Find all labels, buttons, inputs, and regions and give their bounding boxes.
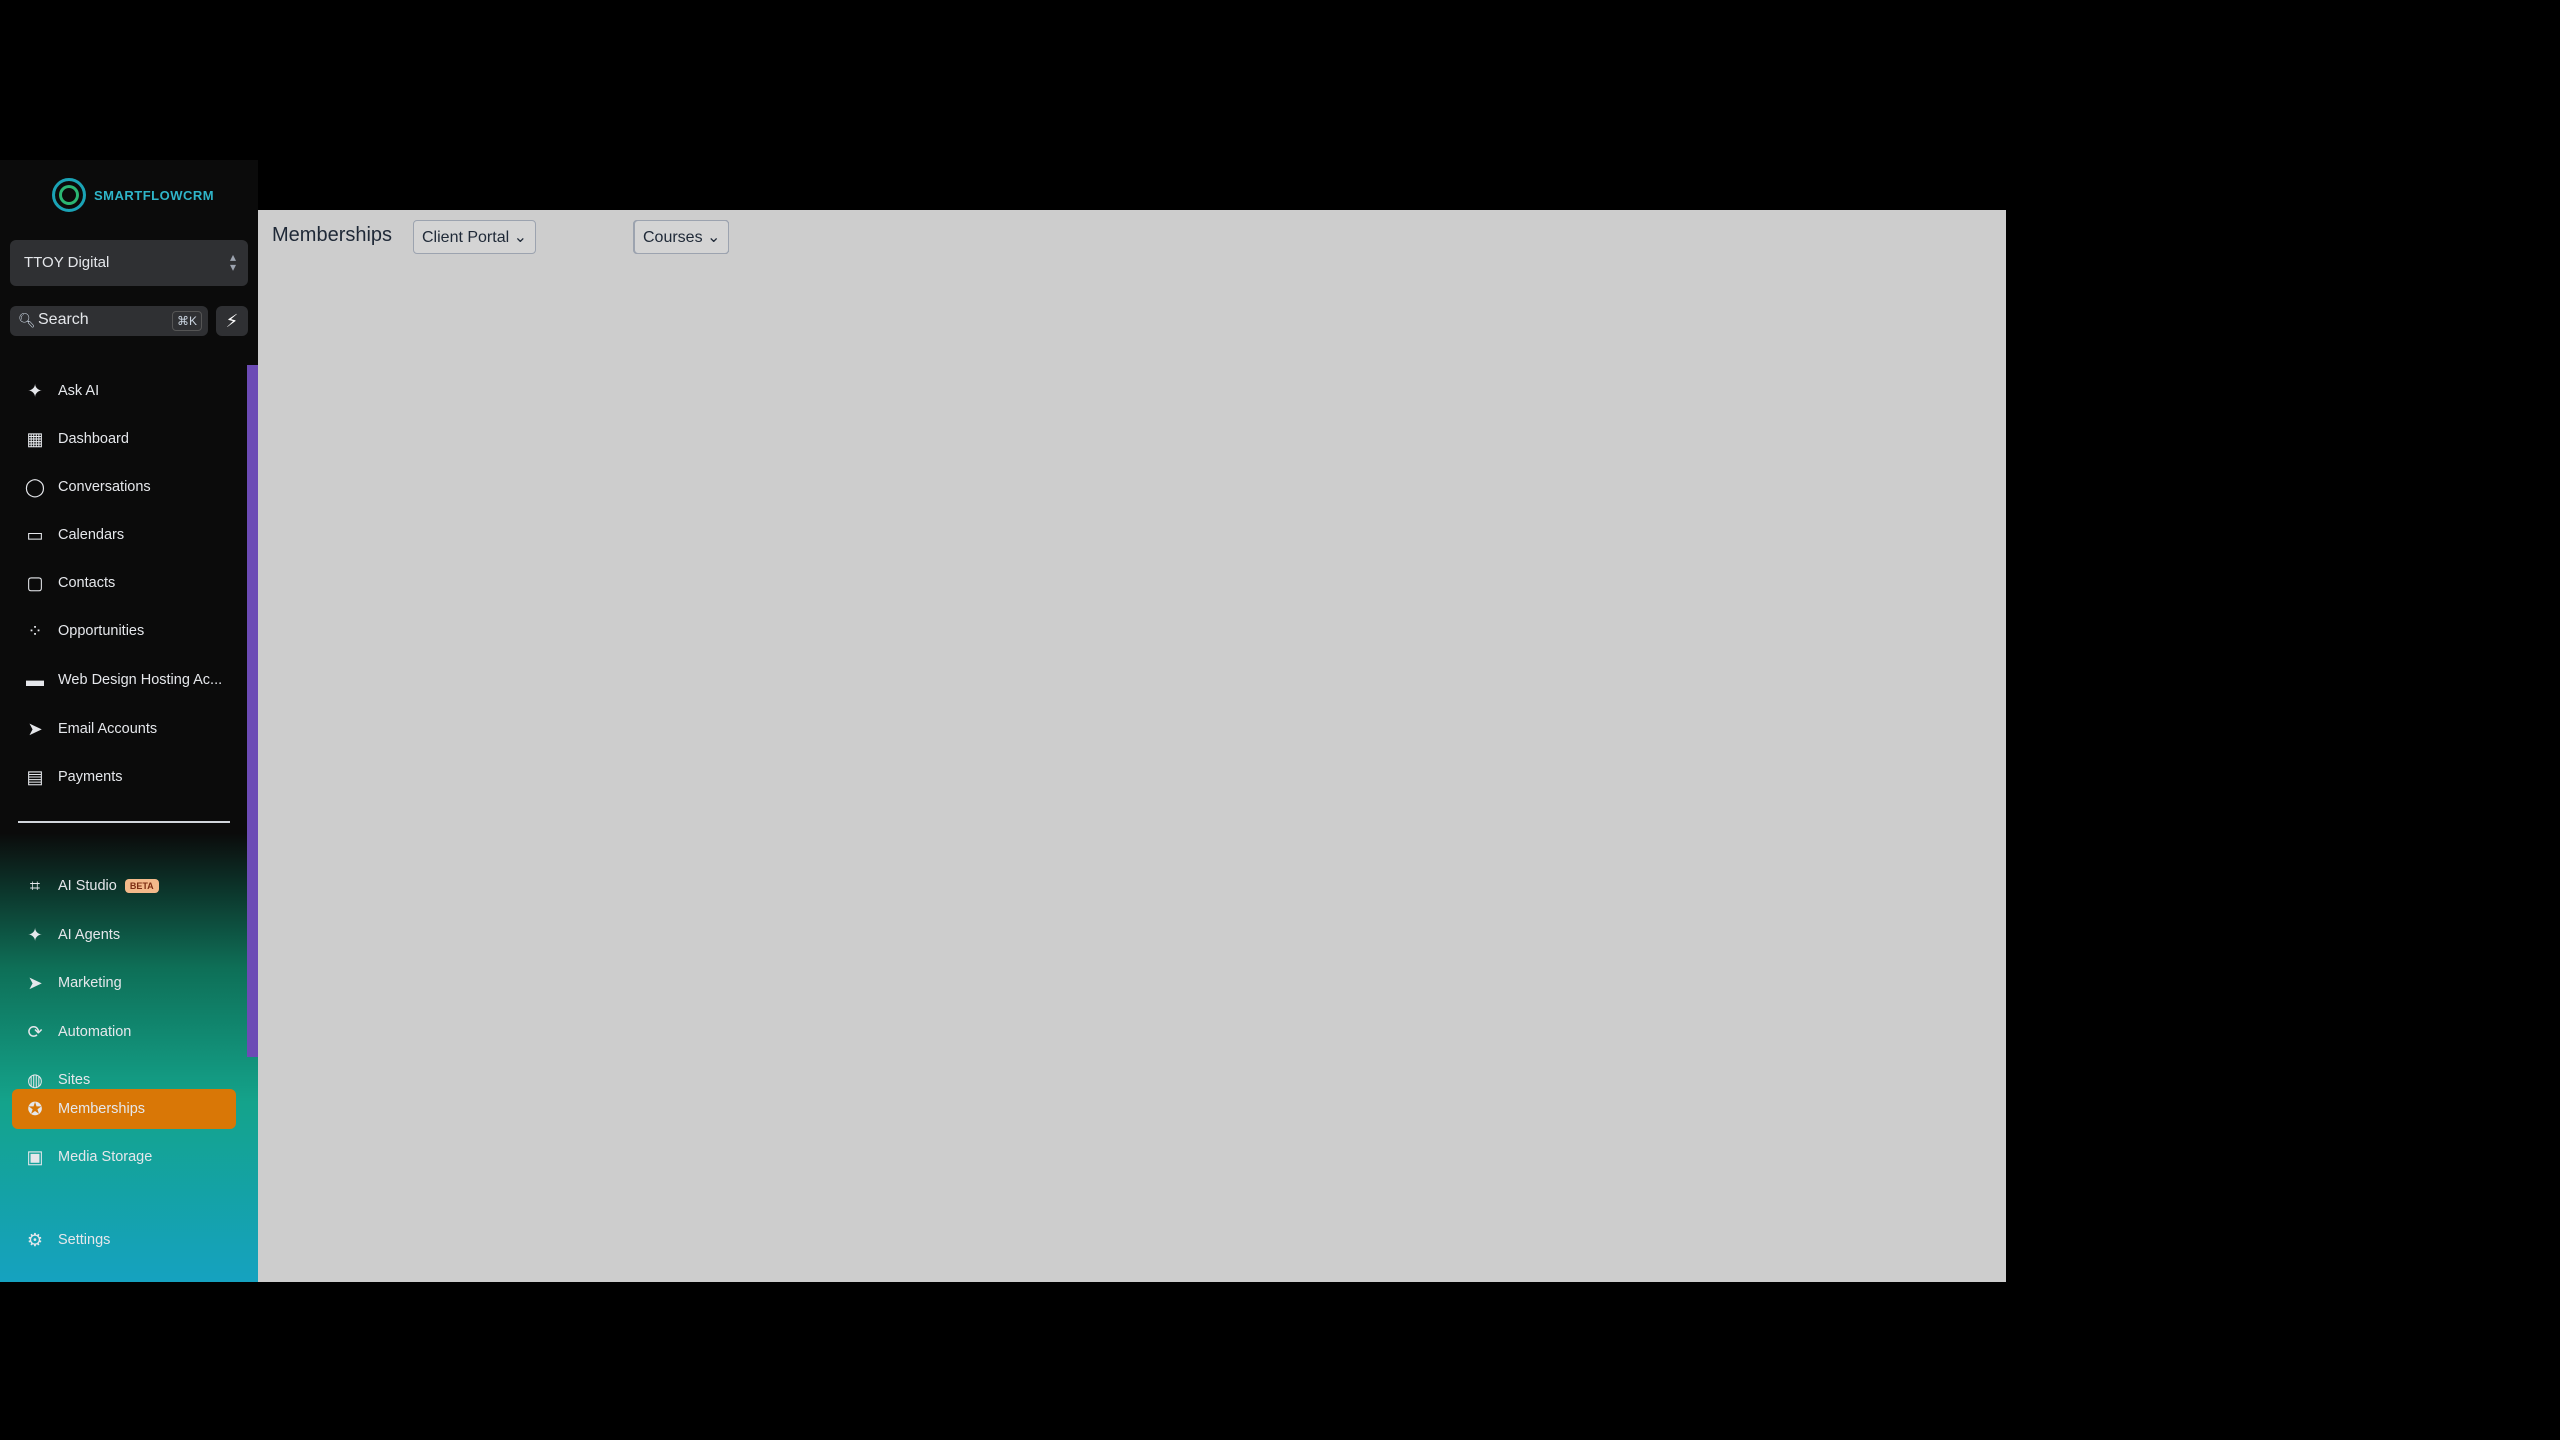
- sidebar-item-label: Email Accounts: [58, 721, 158, 737]
- sidebar-scroll-edge: [247, 365, 258, 1057]
- sidebar-item-settings[interactable]: ⚙︎ Settings: [12, 1220, 236, 1260]
- calendar-icon: ▭: [26, 524, 44, 545]
- send-icon: ➤: [27, 972, 43, 993]
- tab-courses[interactable]: Courses ⌄: [634, 220, 730, 254]
- sidebar-item-label: Settings: [58, 1232, 111, 1248]
- sidebar-item-label: Opportunities: [58, 623, 145, 639]
- sidebar-item-label: AI Agents: [58, 927, 121, 943]
- sidebar-item-opportunities[interactable]: ⁘ Opportunities: [12, 611, 236, 651]
- search-placeholder: Search: [38, 311, 89, 328]
- award-icon: ✪: [27, 1098, 43, 1119]
- sidebar-item-label: Memberships: [58, 1101, 146, 1117]
- beta-badge: BETA: [124, 879, 159, 893]
- search-shortcut: ⌘K: [171, 311, 202, 331]
- sidebar-item-label: Media Storage: [58, 1149, 153, 1165]
- account-name: TTOY Digital: [24, 254, 110, 271]
- sidebar-item-label: Payments: [58, 769, 123, 785]
- sidebar-item-ai-agents[interactable]: ✦ AI Agents: [12, 915, 236, 955]
- automation-icon: ⟳: [27, 1021, 43, 1042]
- contacts-icon: ▢: [26, 572, 44, 593]
- sidebar-divider: [18, 821, 230, 823]
- topbar: Memberships Client Portal ⌄ Courses ⌄ Co…: [258, 210, 2006, 262]
- gear-icon: ⚙︎: [26, 1229, 44, 1250]
- sparkle-icon: ✦: [27, 380, 43, 401]
- web-icon: ▬: [26, 669, 44, 690]
- sidebar-item-label: Marketing: [58, 975, 122, 991]
- main-content: Memberships Client Portal ⌄ Courses ⌄ Co…: [258, 210, 2006, 1282]
- logo-text: SMARTFLOWCRM: [94, 187, 215, 203]
- tab-client-portal[interactable]: Client Portal ⌄: [413, 220, 537, 254]
- image-icon: ▣: [26, 1146, 44, 1167]
- updown-chevron-icon: ▴ ▾: [229, 250, 236, 274]
- sidebar-item-calendars[interactable]: ▭ Calendars: [12, 515, 236, 555]
- sparkle-icon: ✦: [27, 924, 43, 945]
- screen: SMARTFLOWCRM TTOY Digital ▴ ▾ 🔍︎ Search ⌘…: [0, 0, 2560, 1440]
- studio-icon: ⌗: [29, 875, 41, 896]
- sidebar-item-contacts[interactable]: ▢ Contacts: [12, 563, 236, 603]
- sidebar-item-label: Contacts: [58, 575, 116, 591]
- send-icon: ➤: [27, 718, 43, 739]
- receipt-icon: ▤: [26, 766, 44, 787]
- sidebar-item-web-design[interactable]: ▬ Web Design Hosting Ac...: [12, 660, 236, 700]
- sidebar-item-ai-studio[interactable]: ⌗ AI Studio BETA: [12, 866, 236, 906]
- logo-mark-icon: [52, 178, 86, 212]
- search-icon: 🔍︎: [18, 312, 36, 328]
- brand-logo: SMARTFLOWCRM: [52, 178, 214, 212]
- account-switcher[interactable]: TTOY Digital ▴ ▾: [10, 240, 248, 286]
- sidebar-item-marketing[interactable]: ➤ Marketing: [12, 963, 236, 1003]
- sidebar-item-automation[interactable]: ⟳ Automation: [12, 1012, 236, 1052]
- sidebar-item-label: Web Design Hosting Ac...: [58, 672, 223, 688]
- sidebar: SMARTFLOWCRM TTOY Digital ▴ ▾ 🔍︎ Search ⌘…: [0, 160, 258, 1282]
- section-title: Memberships: [272, 224, 393, 246]
- grid-icon: ▦: [26, 428, 44, 449]
- sidebar-item-label: Automation: [58, 1024, 132, 1040]
- quick-action-bolt-icon[interactable]: ⚡︎: [216, 306, 248, 336]
- sidebar-item-payments[interactable]: ▤ Payments: [12, 757, 236, 797]
- globe-icon: ◍: [27, 1069, 43, 1090]
- sidebar-item-label: Dashboard: [58, 431, 129, 447]
- sidebar-item-label: AI Studio: [58, 878, 117, 894]
- sidebar-item-label: Calendars: [58, 527, 125, 543]
- opportunities-icon: ⁘: [27, 620, 43, 641]
- sidebar-item-label: Conversations: [58, 479, 151, 495]
- search-input[interactable]: 🔍︎ Search ⌘K: [10, 306, 208, 336]
- sidebar-item-dashboard[interactable]: ▦ Dashboard: [12, 419, 236, 459]
- chat-icon: ◯: [24, 476, 46, 497]
- sidebar-item-email-accounts[interactable]: ➤ Email Accounts: [12, 709, 236, 749]
- sidebar-item-memberships[interactable]: ✪ Memberships: [12, 1089, 236, 1129]
- sidebar-item-label: Ask AI: [58, 383, 100, 399]
- sidebar-item-conversations[interactable]: ◯ Conversations: [12, 467, 236, 507]
- sidebar-item-ask-ai[interactable]: ✦ Ask AI: [12, 371, 236, 411]
- sidebar-item-label: Sites: [58, 1072, 91, 1088]
- sidebar-item-media-storage[interactable]: ▣ Media Storage: [12, 1137, 236, 1177]
